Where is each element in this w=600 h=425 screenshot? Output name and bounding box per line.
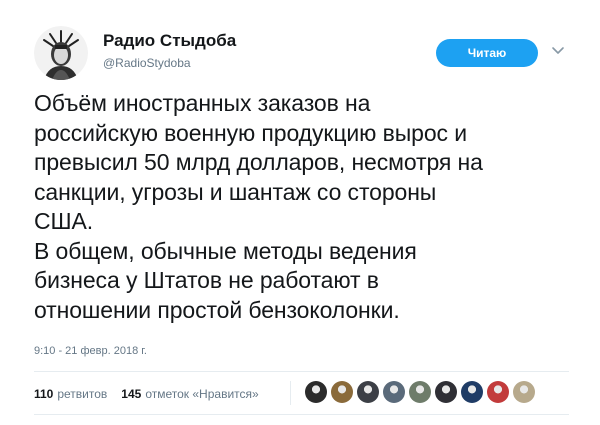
likes-count[interactable]: 145 [121, 387, 141, 401]
divider [34, 371, 569, 372]
liker-avatar-9[interactable] [513, 381, 535, 403]
tweet-card: Радио Стыдоба @RadioStydoba Читаю Объём … [0, 0, 600, 425]
liker-avatars [305, 381, 539, 403]
likes-label[interactable]: отметок «Нравится» [145, 387, 258, 401]
liker-avatar-6[interactable] [435, 381, 457, 403]
chevron-down-icon[interactable] [551, 44, 565, 58]
author-avatar[interactable] [34, 26, 88, 80]
retweets-count[interactable]: 110 [34, 387, 53, 401]
liker-avatar-7[interactable] [461, 381, 483, 403]
tweet-stats: 110 ретвитов 145 отметок «Нравится» [34, 381, 273, 407]
follow-button[interactable]: Читаю [436, 39, 538, 67]
tweet-text: Объём иностранных заказов на российскую … [34, 90, 483, 323]
liker-avatar-8[interactable] [487, 381, 509, 403]
liker-avatar-5[interactable] [409, 381, 431, 403]
statue-of-liberty-icon [34, 26, 88, 80]
divider [34, 414, 569, 415]
author-handle[interactable]: @RadioStydoba [103, 56, 191, 70]
liker-avatar-3[interactable] [357, 381, 379, 403]
stats-separator [290, 381, 291, 405]
tweet-timestamp[interactable]: 9:10 - 21 февр. 2018 г. [34, 345, 147, 357]
author-display-name[interactable]: Радио Стыдоба [103, 31, 236, 51]
retweets-label[interactable]: ретвитов [57, 387, 107, 401]
liker-avatar-2[interactable] [331, 381, 353, 403]
liker-avatar-1[interactable] [305, 381, 327, 403]
liker-avatar-4[interactable] [383, 381, 405, 403]
